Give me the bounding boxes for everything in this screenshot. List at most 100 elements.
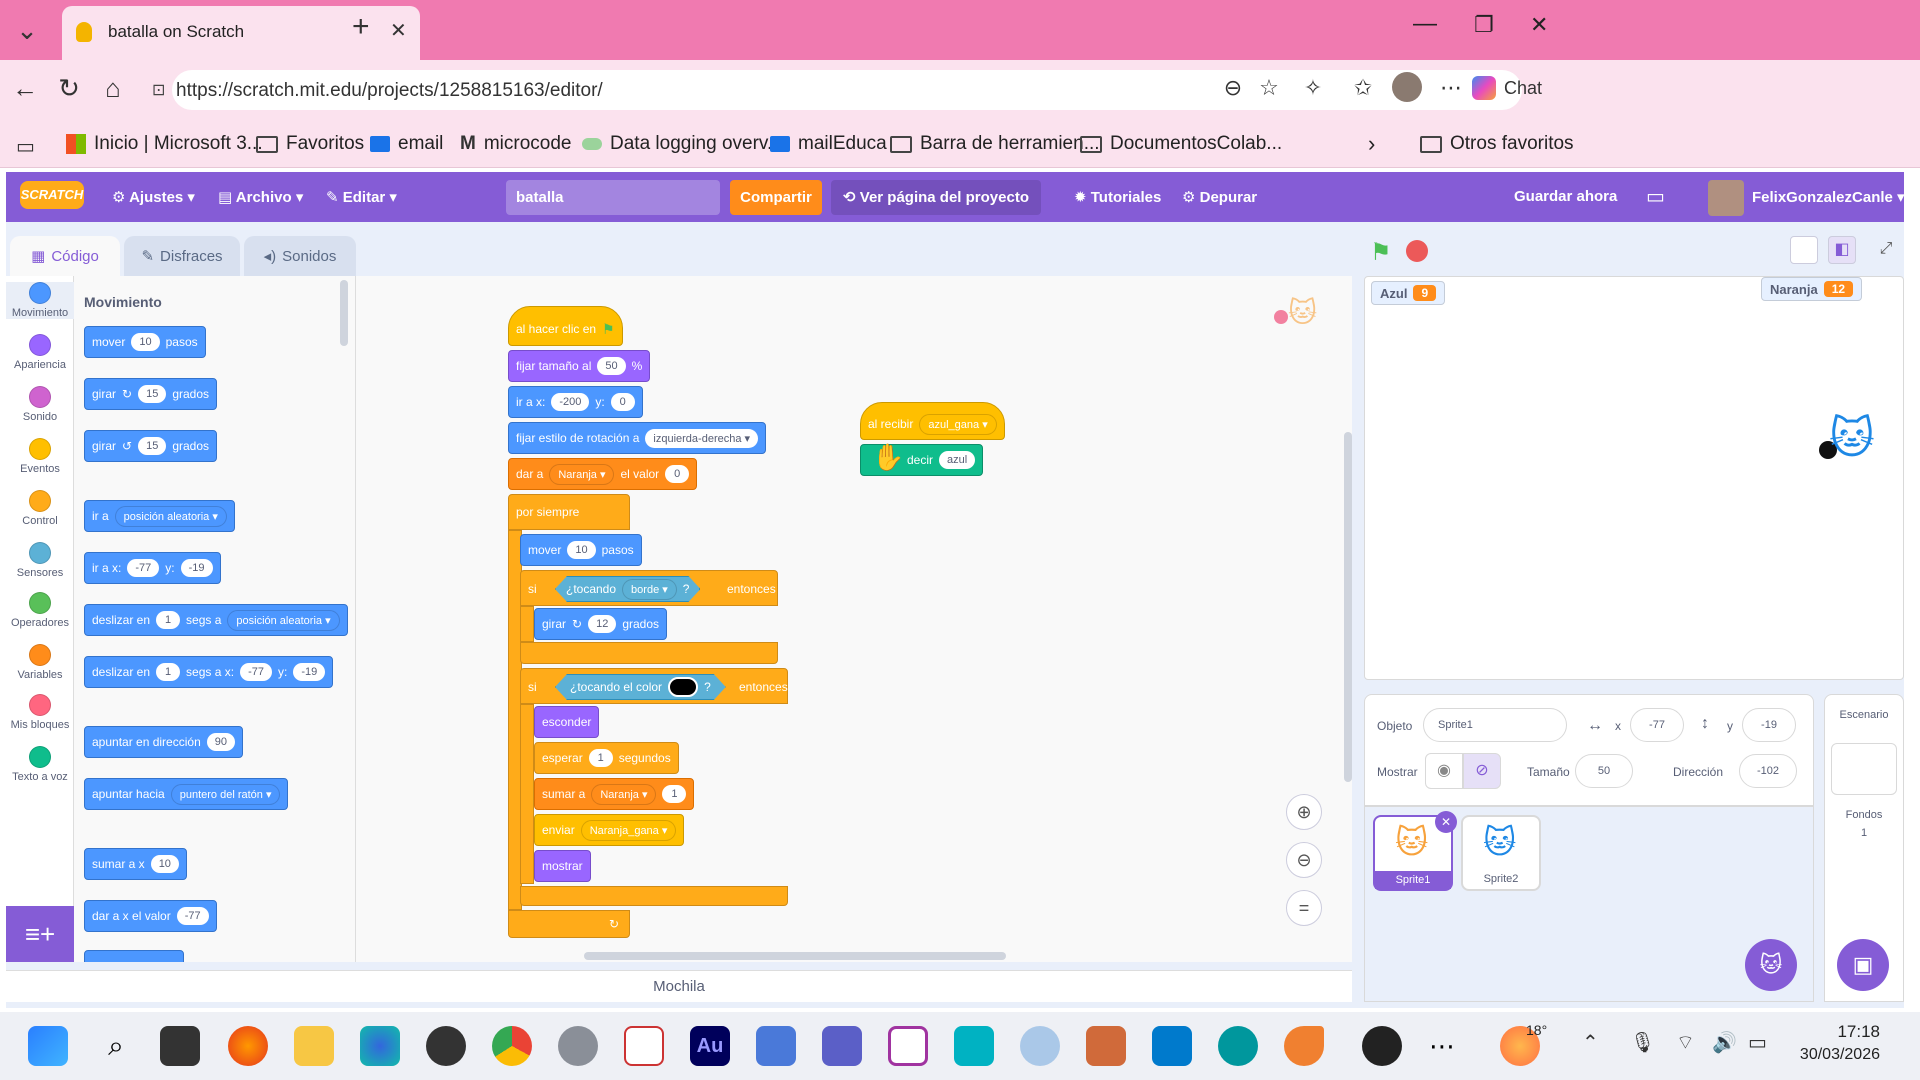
- receive-message-dropdown[interactable]: azul_gana ▾: [919, 413, 997, 435]
- home-icon[interactable]: ⌂: [96, 75, 130, 101]
- turn-left-input[interactable]: 15: [138, 437, 167, 455]
- wifi-icon[interactable]: ⌔: [1676, 1030, 1695, 1055]
- audition-icon[interactable]: Au: [690, 1026, 730, 1066]
- palette-turn-right-block[interactable]: girar ↻ 15 grados: [84, 378, 218, 410]
- extensions-icon[interactable]: ✧: [1296, 75, 1330, 101]
- palette-goto-xy-block[interactable]: ir a x: -77 y: -19: [84, 552, 221, 584]
- obs-icon[interactable]: [1362, 1026, 1402, 1066]
- edit-menu[interactable]: ✎ Editar ▾: [326, 188, 397, 206]
- bookmark-data-logging[interactable]: Data logging overv...: [582, 132, 783, 156]
- category-9[interactable]: Mis bloques: [6, 694, 74, 731]
- file-menu[interactable]: ▤ Archivo ▾: [218, 188, 303, 206]
- category-6[interactable]: Sensores: [6, 542, 74, 579]
- category-7[interactable]: Operadores: [6, 592, 74, 629]
- palette-partial-block[interactable]: [84, 950, 184, 962]
- move-block[interactable]: mover 10 pasos: [520, 534, 642, 566]
- add-sprite-button[interactable]: 🐱: [1745, 939, 1797, 991]
- tutorials-button[interactable]: ✹ Tutoriales: [1074, 188, 1161, 206]
- y-input[interactable]: -19: [1742, 708, 1796, 742]
- touching-target-dropdown[interactable]: borde ▾: [622, 579, 677, 600]
- bookmark-favoritos[interactable]: Favoritos: [256, 132, 364, 156]
- task-view-icon[interactable]: [160, 1026, 200, 1066]
- fullscreen-icon[interactable]: ⤢: [1872, 236, 1900, 264]
- show-block[interactable]: mostrar: [534, 850, 591, 882]
- stage-thumbnail[interactable]: [1831, 743, 1897, 795]
- category-1[interactable]: Movimiento: [6, 282, 74, 319]
- favorite-star-icon[interactable]: ☆: [1252, 75, 1286, 101]
- palette-scrollbar[interactable]: [340, 280, 348, 346]
- change-x-input[interactable]: 10: [150, 855, 179, 873]
- project-title-input[interactable]: batalla: [506, 180, 720, 215]
- category-3[interactable]: Sonido: [6, 386, 74, 423]
- when-i-receive-block[interactable]: al recibir azul_gana ▾: [860, 402, 1005, 440]
- file-explorer-icon[interactable]: [294, 1026, 334, 1066]
- tab-code[interactable]: ▦ Código: [10, 236, 120, 276]
- move-steps-input[interactable]: 10: [131, 333, 160, 351]
- settings-menu[interactable]: ⚙ Ajustes ▾: [112, 188, 195, 206]
- profile-avatar[interactable]: [1392, 72, 1422, 102]
- debug-button[interactable]: ⚙ Depurar: [1182, 188, 1257, 206]
- user-avatar[interactable]: [1708, 180, 1744, 216]
- zoom-out-button[interactable]: ⊖: [1286, 842, 1322, 878]
- palette-glide-xy-block[interactable]: deslizar en 1 segs a x: -77 y: -19: [84, 656, 334, 688]
- copilot-chat-button[interactable]: Chat: [1472, 74, 1560, 102]
- site-info-icon[interactable]: ⊡: [152, 80, 165, 100]
- forever-block[interactable]: por siempre: [508, 494, 630, 530]
- scratch-logo[interactable]: SCRATCH: [20, 181, 84, 209]
- mblock-icon[interactable]: [1284, 1026, 1324, 1066]
- new-tab-button[interactable]: +: [352, 10, 370, 44]
- stage-target-pane[interactable]: Escenario Fondos 1 ▣: [1824, 694, 1904, 1002]
- glide-xy-secs-input[interactable]: 1: [156, 663, 181, 681]
- bookmark-microcode[interactable]: Mmicrocode: [460, 132, 571, 156]
- wait-seconds-value[interactable]: 1: [588, 749, 613, 767]
- teams-icon[interactable]: [822, 1026, 862, 1066]
- tray-chevron-icon[interactable]: ⌃: [1582, 1030, 1599, 1055]
- clock-time[interactable]: 17:18: [1800, 1022, 1880, 1042]
- palette-change-x-block[interactable]: sumar a x 10: [84, 848, 187, 880]
- my-stuff-folder-icon[interactable]: ▭: [1646, 184, 1665, 209]
- variable-dropdown[interactable]: Naranja ▾: [549, 463, 615, 485]
- point-towards-dropdown[interactable]: puntero del ratón ▾: [170, 783, 281, 805]
- goto-y-value[interactable]: 0: [610, 393, 635, 411]
- color-swatch[interactable]: [668, 677, 698, 697]
- bookmark-barra[interactable]: Barra de herramien...: [890, 132, 1100, 156]
- category-8[interactable]: Variables: [6, 644, 74, 681]
- search-icon[interactable]: ⌕: [96, 1026, 136, 1066]
- minimize-icon[interactable]: —: [1413, 10, 1437, 38]
- broadcast-message-dropdown[interactable]: Naranja_gana ▾: [580, 819, 677, 841]
- bookmark-maileduca[interactable]: mailEduca: [770, 132, 887, 156]
- hide-block[interactable]: esconder: [534, 706, 600, 738]
- set-variable-block[interactable]: dar a Naranja ▾ el valor 0: [508, 458, 698, 490]
- x-input[interactable]: -77: [1630, 708, 1684, 742]
- edge-icon[interactable]: [360, 1026, 400, 1066]
- glide-x-input[interactable]: -77: [240, 663, 272, 681]
- touching-sensor-block[interactable]: ¿tocando borde ▾?: [555, 576, 700, 602]
- small-stage-button[interactable]: [1790, 236, 1818, 264]
- back-icon[interactable]: ←: [8, 75, 42, 101]
- palette-set-x-block[interactable]: dar a x el valor -77: [84, 900, 217, 932]
- tab-sounds[interactable]: ◂) Sonidos: [244, 236, 356, 276]
- tab-costumes[interactable]: ✎ Disfraces: [124, 236, 240, 276]
- sprite-thumb-1[interactable]: 🐱 Sprite1 ✕: [1373, 811, 1457, 891]
- refresh-icon[interactable]: ↻: [52, 75, 86, 101]
- wait-block[interactable]: esperar 1 segundos: [534, 742, 679, 774]
- microphone-icon[interactable]: 🎙: [1630, 1030, 1655, 1055]
- move-steps-value[interactable]: 10: [567, 541, 596, 559]
- set-size-block[interactable]: fijar tamaño al 50%: [508, 350, 651, 382]
- direction-input[interactable]: 90: [206, 733, 235, 751]
- palette-glide-block[interactable]: deslizar en 1 segs a posición aleatoria ▾: [84, 604, 348, 636]
- edu-icon[interactable]: [954, 1026, 994, 1066]
- backpack-panel[interactable]: Mochila: [6, 970, 1352, 1002]
- code-workspace[interactable]: al hacer clic en ⚑ fijar tamaño al 50% ir …: [356, 276, 1352, 962]
- goto-xy-block[interactable]: ir a x: -200 y: 0: [508, 386, 643, 418]
- zoom-reset-button[interactable]: =: [1286, 890, 1322, 926]
- tools-app-icon[interactable]: [1086, 1026, 1126, 1066]
- glide-secs-input[interactable]: 1: [156, 611, 181, 629]
- goto-y-input[interactable]: -19: [180, 559, 213, 577]
- more-apps-icon[interactable]: ⋯: [1422, 1026, 1462, 1066]
- size-field[interactable]: 50: [1575, 754, 1633, 788]
- share-button[interactable]: Compartir: [730, 180, 822, 215]
- bookmark-email[interactable]: email: [370, 132, 443, 156]
- chrome-icon[interactable]: [492, 1026, 532, 1066]
- gimp-icon[interactable]: [426, 1026, 466, 1066]
